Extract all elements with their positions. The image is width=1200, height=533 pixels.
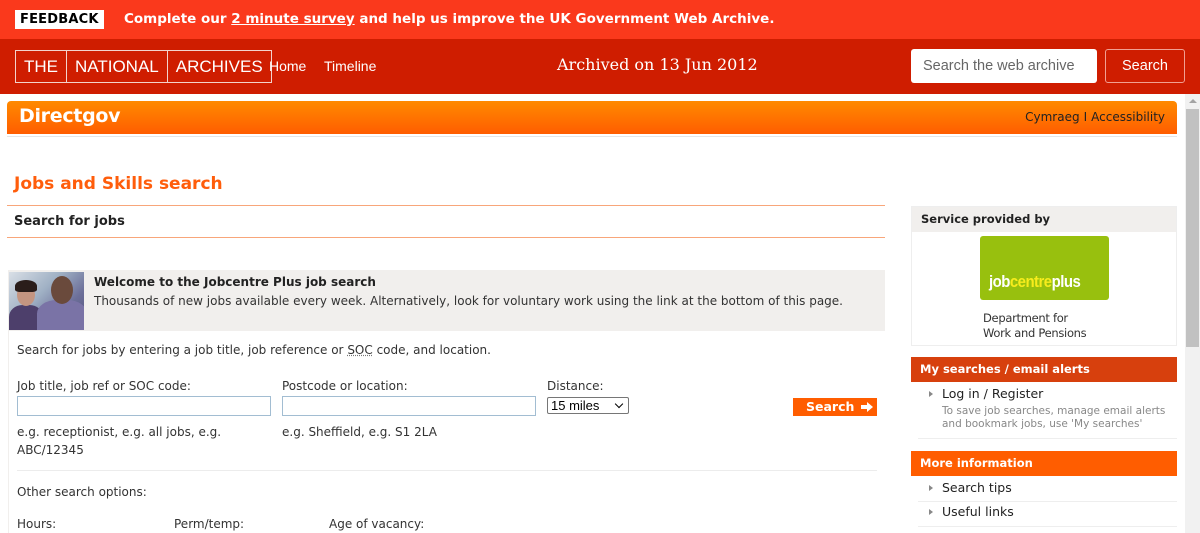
welcome-box: Welcome to the Jobcentre Plus job search… xyxy=(8,270,885,331)
service-provider-card: Service provided by jobcentreplus Depart… xyxy=(911,206,1177,346)
directgov-logo[interactable]: Directgov xyxy=(19,105,121,127)
section-rule xyxy=(7,237,885,238)
distance-selected-value: 15 miles xyxy=(551,398,600,413)
scrollbar-thumb[interactable] xyxy=(1186,109,1199,347)
jobseekers-photo xyxy=(9,272,84,330)
feedback-text-after: and help us improve the UK Government We… xyxy=(354,11,775,27)
archive-header: THE NATIONAL ARCHIVES Home Timeline Arch… xyxy=(0,39,1200,94)
archive-search-input[interactable]: Search the web archive xyxy=(911,49,1097,83)
my-searches-header: My searches / email alerts xyxy=(911,357,1177,382)
job-title-input[interactable] xyxy=(17,396,271,416)
job-hint-line-1: e.g. receptionist, e.g. all jobs, e.g. xyxy=(17,425,222,439)
vacancy-age-label: Age of vacancy: xyxy=(329,517,425,531)
useful-links-label: Useful links xyxy=(942,504,1014,519)
perm-temp-label: Perm/temp: xyxy=(174,517,245,531)
arrow-right-icon xyxy=(861,402,873,412)
service-provider-title: Service provided by xyxy=(912,207,1176,232)
welcome-title: Welcome to the Jobcentre Plus job search xyxy=(94,275,376,289)
dwp-line-2: Work and Pensions xyxy=(983,326,1087,340)
jobcentre-plus-logo[interactable]: jobcentreplus xyxy=(980,236,1109,300)
cymraeg-link[interactable]: Cymraeg xyxy=(1025,110,1079,124)
jobcentre-plus-wordmark: jobcentreplus xyxy=(989,272,1081,292)
sidebar-divider xyxy=(918,526,1177,527)
logo-word-the: THE xyxy=(16,51,67,82)
intro-after: code, and location. xyxy=(372,343,491,357)
accessibility-link[interactable]: Accessibility xyxy=(1091,110,1165,124)
my-searches-description: To save job searches, manage email alert… xyxy=(942,405,1165,431)
logo-part-job: job xyxy=(989,272,1010,291)
location-label: Postcode or location: xyxy=(282,379,408,393)
distance-label: Distance: xyxy=(547,379,604,393)
soc-abbr: SOC xyxy=(347,343,373,357)
nav-timeline-link[interactable]: Timeline xyxy=(324,58,376,74)
more-information-header: More information xyxy=(911,451,1177,476)
bullet-triangle-icon xyxy=(929,391,933,397)
logo-part-plus: plus xyxy=(1051,272,1081,291)
dwp-logo-text: Department for Work and Pensions xyxy=(983,311,1087,341)
chevron-down-icon xyxy=(614,399,624,409)
search-intro: Search for jobs by entering a job title,… xyxy=(17,343,491,357)
intro-before: Search for jobs by entering a job title,… xyxy=(17,343,348,357)
archived-date: Archived on 13 Jun 2012 xyxy=(557,55,758,74)
search-tips-label: Search tips xyxy=(942,480,1012,495)
welcome-text: Thousands of new jobs available every we… xyxy=(94,294,843,308)
login-register-label: Log in / Register xyxy=(942,386,1044,401)
scroll-up-arrow-icon[interactable] xyxy=(1189,99,1197,103)
logo-word-national: NATIONAL xyxy=(67,51,168,82)
location-input[interactable] xyxy=(282,396,536,416)
login-register-link[interactable]: Log in / Register xyxy=(929,386,1043,401)
logo-word-archives: ARCHIVES xyxy=(175,57,263,76)
my-searches-desc-2: and bookmark jobs, use 'My searches' xyxy=(942,418,1143,430)
archive-search-button[interactable]: Search xyxy=(1105,49,1185,83)
section-title: Search for jobs xyxy=(14,214,125,229)
title-rule xyxy=(7,205,885,206)
feedback-text-before: Complete our xyxy=(124,11,232,27)
job-title-label: Job title, job ref or SOC code: xyxy=(17,379,191,393)
job-search-button-label: Search xyxy=(806,399,855,414)
location-hint: e.g. Sheffield, e.g. S1 2LA xyxy=(282,425,437,439)
useful-links-link[interactable]: Useful links xyxy=(929,504,1014,519)
bullet-triangle-icon xyxy=(929,509,933,515)
directgov-header: Directgov Cymraeg I Accessibility xyxy=(7,101,1177,134)
form-divider xyxy=(17,470,877,471)
job-search-button[interactable]: Search xyxy=(793,398,877,416)
other-options-title: Other search options: xyxy=(17,485,147,499)
page-title: Jobs and Skills search xyxy=(14,174,223,194)
feedback-badge[interactable]: FEEDBACK xyxy=(15,10,104,29)
sidebar-divider xyxy=(918,501,1177,502)
my-searches-desc-1: To save job searches, manage email alert… xyxy=(942,405,1166,417)
job-search-form: Search for jobs by entering a job title,… xyxy=(8,331,885,533)
feedback-message: Complete our 2 minute survey and help us… xyxy=(124,10,774,29)
job-hint-line-2: ABC/12345 xyxy=(17,443,84,457)
logo-part-centre: centre xyxy=(1009,272,1052,291)
search-tips-link[interactable]: Search tips xyxy=(929,480,1012,495)
survey-link[interactable]: 2 minute survey xyxy=(231,11,354,27)
link-separator: I xyxy=(1083,110,1088,124)
bullet-triangle-icon xyxy=(929,485,933,491)
sidebar-divider xyxy=(918,438,1177,439)
job-title-hint: e.g. receptionist, e.g. all jobs, e.g. AB… xyxy=(17,423,221,459)
page-scrollbar[interactable] xyxy=(1185,94,1200,533)
nav-home-link[interactable]: Home xyxy=(269,58,306,74)
national-archives-logo[interactable]: THE NATIONAL ARCHIVES xyxy=(15,50,272,83)
distance-select[interactable]: 15 miles xyxy=(547,397,629,414)
hours-label: Hours: xyxy=(17,517,57,531)
feedback-banner: FEEDBACK Complete our 2 minute survey an… xyxy=(0,0,1200,39)
dwp-line-1: Department for xyxy=(983,311,1068,325)
header-divider xyxy=(7,136,1177,137)
header-links: Cymraeg I Accessibility xyxy=(1025,110,1165,124)
